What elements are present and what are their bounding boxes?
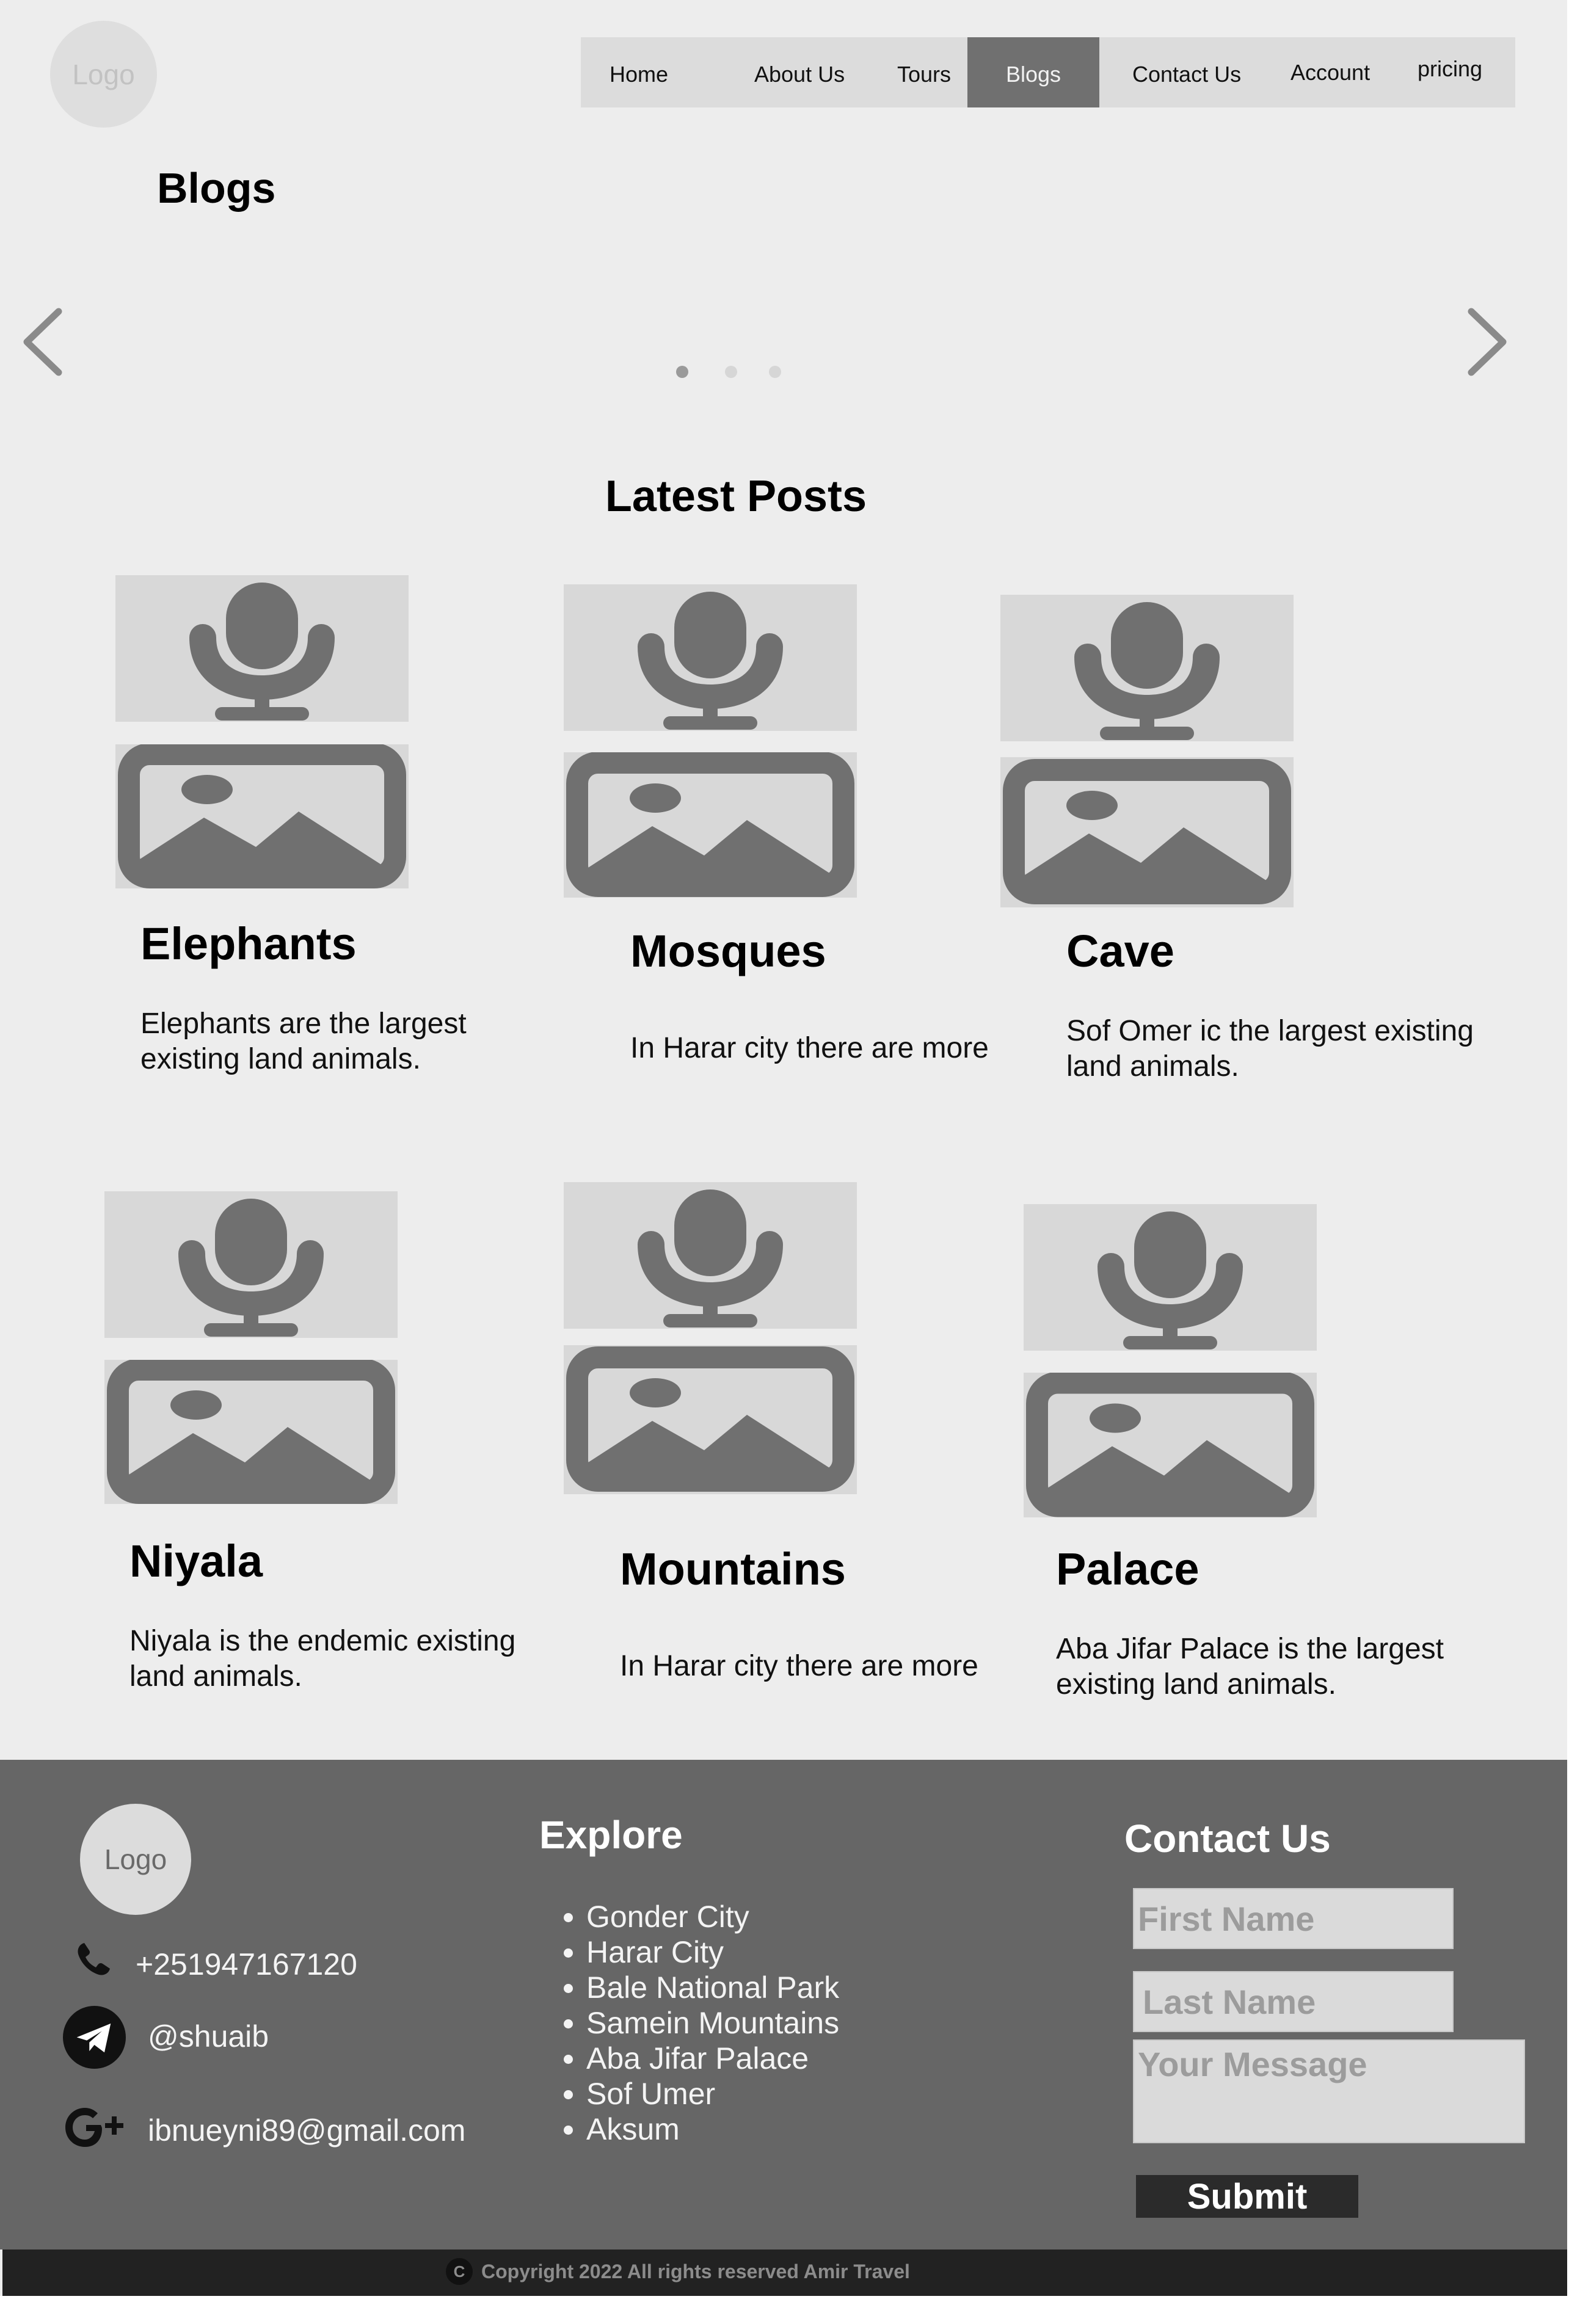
section-title: Latest Posts [605,472,867,521]
explore-item[interactable]: Samein Mountains [586,2005,839,2041]
nav-pricing[interactable]: pricing [1418,37,1482,107]
explore-item[interactable]: Harar City [586,1934,839,1970]
microphone-icon [564,584,857,731]
post-title[interactable]: Niyala [129,1535,263,1587]
email-address[interactable]: ibnueyni89@gmail.com [148,2113,465,2148]
explore-list: Gonder City Harar City Bale National Par… [556,1899,839,2147]
copyright-text: Copyright 2022 All rights reserved Amir … [481,2260,910,2282]
logo[interactable]: Logo [50,21,157,128]
nav-about-us[interactable]: About Us [754,37,845,107]
image-icon [104,1360,398,1504]
explore-item[interactable]: Aba Jifar Palace [586,2041,839,2076]
microphone-icon [115,575,409,722]
page-title: Blogs [157,164,276,212]
microphone-icon [564,1182,857,1329]
nav-home[interactable]: Home [610,37,668,107]
google-plus-icon[interactable] [63,2103,129,2152]
microphone-icon [1000,595,1294,741]
last-name-field[interactable] [1133,1971,1454,2032]
chevron-left-icon[interactable] [18,305,67,379]
carousel-dot[interactable] [676,366,688,378]
post-excerpt: In Harar city there are more [620,1650,978,1682]
post-title[interactable]: Palace [1056,1543,1200,1595]
post-title[interactable]: Mountains [620,1543,846,1595]
footer-logo[interactable]: Logo [80,1804,191,1915]
explore-item[interactable]: Bale National Park [586,1970,839,2005]
copyright: C Copyright 2022 All rights reserved Ami… [446,2258,910,2285]
image-icon [564,752,857,898]
phone-number[interactable]: +251947167120 [136,1947,357,1982]
page: Logo Home About Us Tours Blogs Contact U… [0,0,1567,2296]
image-icon [1000,757,1294,907]
nav-tours[interactable]: Tours [897,37,951,107]
explore-item[interactable]: Aksum [586,2112,839,2147]
phone-icon [78,1943,110,1975]
image-icon [115,744,409,888]
post-title[interactable]: Elephants [140,918,357,970]
post-excerpt: Niyala is the endemic existing land anim… [129,1625,516,1693]
chevron-right-icon[interactable] [1463,305,1512,379]
post-title[interactable]: Cave [1066,925,1174,977]
microphone-icon [104,1191,398,1338]
message-field[interactable] [1133,2039,1525,2143]
nav-bar: Home About Us Tours Blogs Contact Us Acc… [581,37,1515,107]
post-excerpt: In Harar city there are more [630,1032,989,1064]
first-name-field[interactable] [1133,1888,1454,1949]
telegram-icon[interactable] [63,2006,126,2069]
explore-item[interactable]: Gonder City [586,1899,839,1934]
post-excerpt: Aba Jifar Palace is the largest existing… [1056,1633,1444,1701]
carousel-dot[interactable] [769,366,781,378]
nav-account[interactable]: Account [1291,37,1370,107]
submit-button[interactable]: Submit [1136,2175,1358,2218]
post-excerpt: Sof Omer ic the largest existing land an… [1066,1015,1474,1083]
contact-heading: Contact Us [1124,1817,1331,1861]
post-excerpt: Elephants are the largest existing land … [140,1008,467,1075]
telegram-handle[interactable]: @shuaib [148,2019,269,2054]
nav-blogs[interactable]: Blogs [967,37,1099,107]
copyright-icon: C [446,2258,473,2285]
image-icon [564,1345,857,1494]
nav-contact-us[interactable]: Contact Us [1132,37,1241,107]
image-icon [1024,1373,1317,1517]
microphone-icon [1024,1204,1317,1351]
post-title[interactable]: Mosques [630,925,826,977]
explore-heading: Explore [539,1813,683,1857]
carousel-dot[interactable] [725,366,737,378]
explore-item[interactable]: Sof Umer [586,2076,839,2112]
